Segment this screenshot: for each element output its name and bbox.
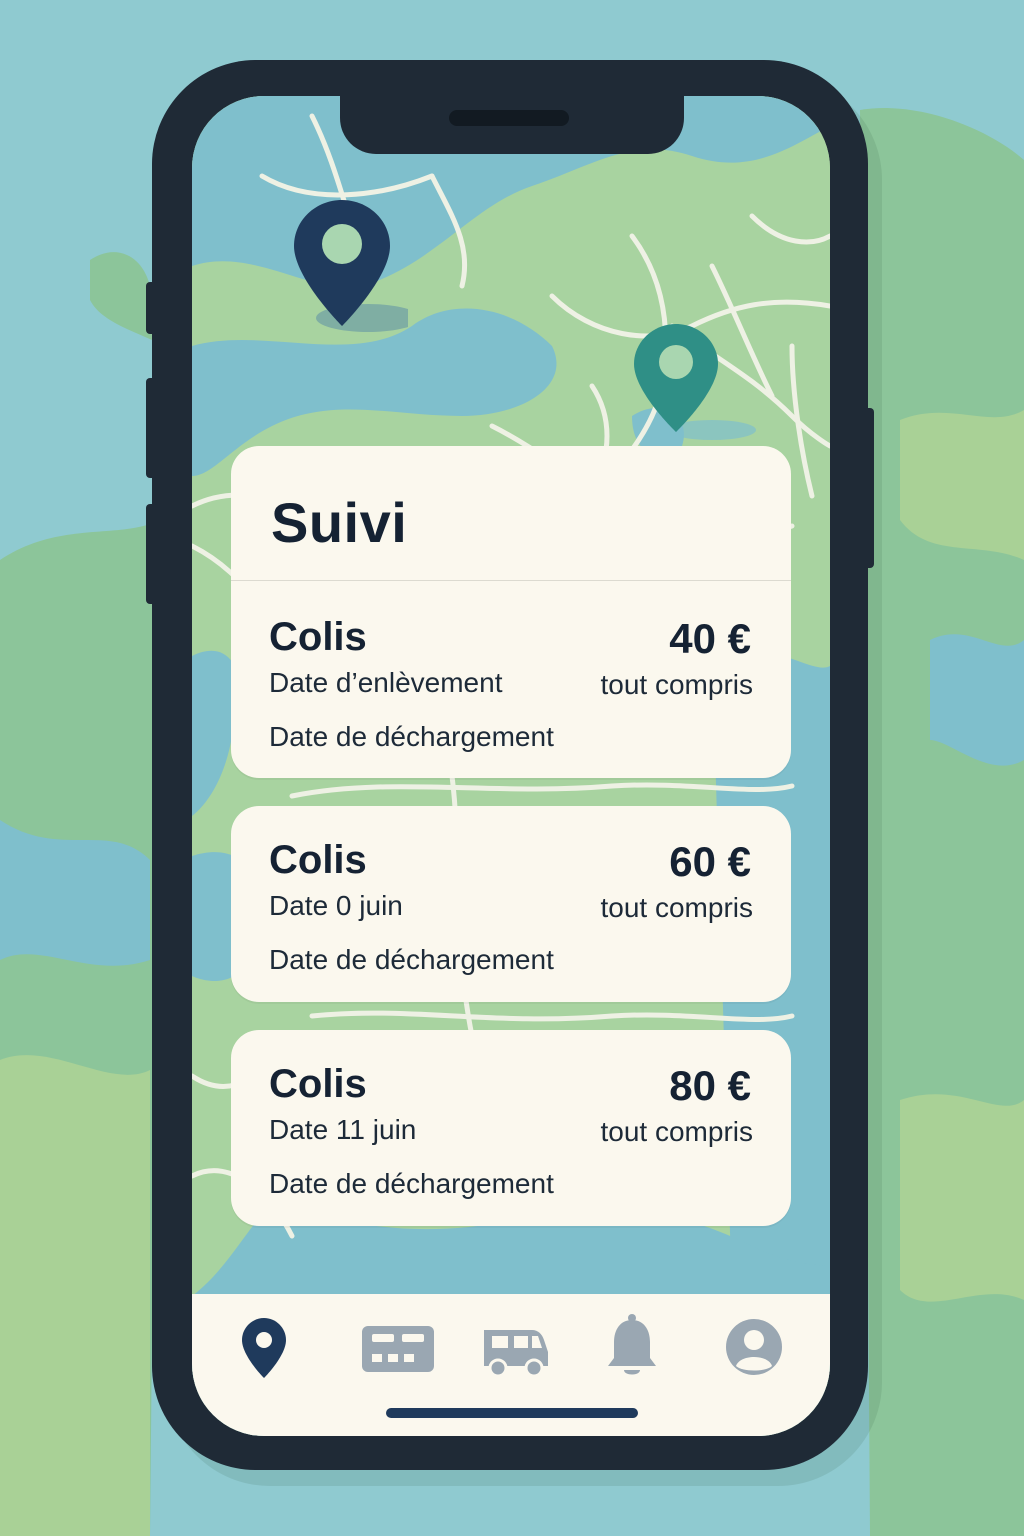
shipment-date: Date d’enlèvement: [269, 667, 503, 698]
shipment-card-2[interactable]: Colis Date 0 juin Date de déchargement 6…: [231, 806, 791, 1002]
ticket-icon[interactable]: [358, 1312, 438, 1382]
side-button-power: [862, 408, 874, 568]
delivery-map-pin-icon[interactable]: [628, 318, 758, 448]
location-pin-icon[interactable]: [224, 1312, 304, 1382]
page-title: Suivi: [271, 491, 408, 554]
side-button-volume-up: [146, 378, 158, 478]
shipment-date: Date 0 juin: [269, 890, 403, 921]
side-button-volume-down: [146, 504, 158, 604]
pickup-map-pin-icon[interactable]: [288, 196, 408, 336]
truck-icon[interactable]: [476, 1312, 556, 1382]
shipment-price-note: tout compris: [600, 1116, 754, 1147]
shipment-title: Colis: [269, 1062, 367, 1106]
shipment-price-note: tout compris: [600, 892, 754, 923]
earpiece-speaker: [449, 110, 569, 126]
shipment-unload-date: Date de déchargement: [269, 944, 554, 975]
shipment-title: Colis: [269, 838, 367, 882]
shipment-unload-date: Date de déchargement: [269, 1168, 554, 1199]
shipment-price-note: tout compris: [600, 669, 754, 700]
shipment-card-3[interactable]: Colis Date 11 juin Date de déchargement …: [231, 1030, 791, 1226]
bell-icon[interactable]: [592, 1312, 672, 1382]
shipment-price: 60 €: [669, 838, 751, 885]
shipment-price: 40 €: [669, 615, 751, 662]
shipment-title: Colis: [269, 615, 367, 659]
shipment-unload-date: Date de déchargement: [269, 721, 554, 752]
shipment-card-1[interactable]: Suivi Colis Date d’enlèvement Date de dé…: [231, 446, 791, 778]
shipment-date: Date 11 juin: [269, 1114, 417, 1145]
user-avatar-icon[interactable]: [714, 1312, 794, 1382]
shipment-price: 80 €: [669, 1062, 751, 1109]
side-button-mute: [146, 282, 158, 334]
tracking-header: Suivi: [231, 446, 791, 581]
home-indicator[interactable]: [386, 1408, 638, 1418]
